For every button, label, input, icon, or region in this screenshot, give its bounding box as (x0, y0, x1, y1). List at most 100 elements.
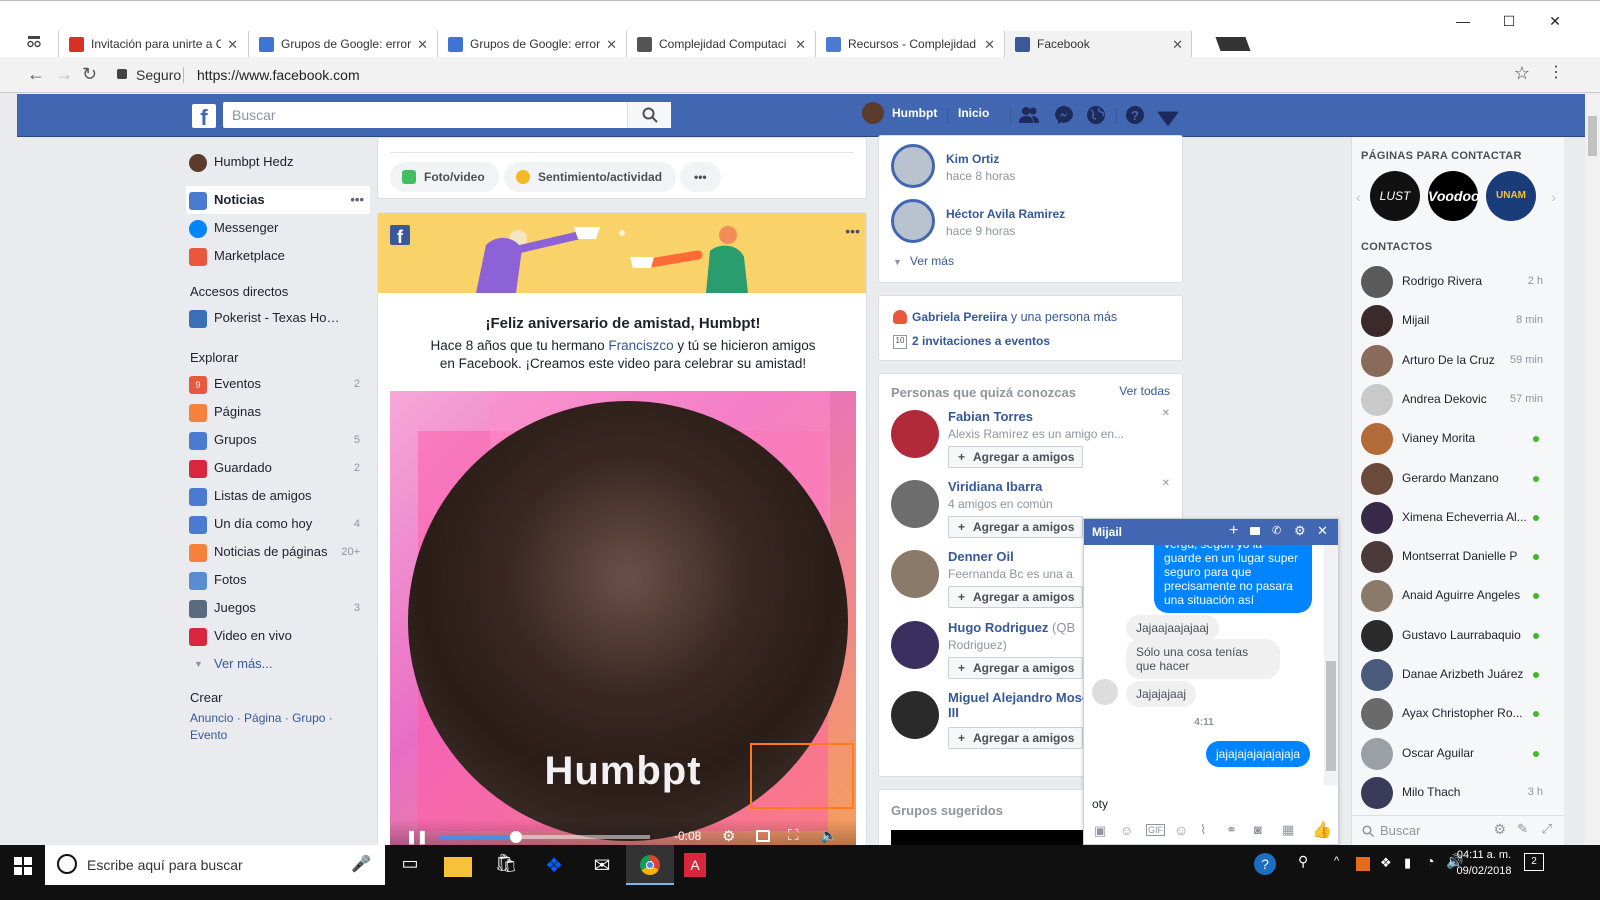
dropbox-tray-icon[interactable]: ❖ (1380, 855, 1392, 871)
acrobat-icon[interactable]: A (684, 853, 706, 877)
expand-icon[interactable]: ⤢ (1542, 821, 1552, 837)
anniversary-video[interactable]: Humbpt ❚❚ -0:08 ⚙ ⛶ 🔈 (390, 391, 856, 851)
page-scrollbar[interactable] (1585, 94, 1600, 845)
contact-row[interactable]: Gerardo Manzano (1352, 460, 1557, 498)
battery-icon[interactable]: ▮ (1404, 855, 1411, 871)
emoji-icon[interactable]: ☺ (1174, 822, 1188, 838)
minimize-button[interactable]: — (1448, 13, 1478, 33)
contact-row[interactable]: Arturo De la Cruz 59 min (1352, 342, 1557, 380)
bookmark-star-icon[interactable]: ☆ (1514, 63, 1530, 84)
settings-gear-icon[interactable]: ⚙ (722, 827, 735, 845)
browser-tab[interactable]: Recursos - Complejidad C ✕ (815, 31, 1003, 58)
contact-row[interactable]: Rodrigo Rivera 2 h (1352, 263, 1557, 301)
sidebar-item-explore[interactable]: Guardado 2 (186, 454, 370, 482)
contact-row[interactable]: Gustavo Laurrabaquio (1352, 617, 1557, 655)
see-all-link[interactable]: Ver todas (1119, 384, 1170, 398)
contact-row[interactable]: Ximena Echeverria Al... (1352, 499, 1557, 537)
messenger-icon[interactable] (1053, 104, 1075, 126)
like-thumb-icon[interactable]: 👍 (1312, 820, 1332, 840)
tray-chevron-up-icon[interactable]: ^ (1334, 855, 1339, 867)
tray-app-icon[interactable] (1356, 857, 1370, 871)
wifi-icon[interactable]: ◔ (1426, 853, 1434, 869)
mail-icon[interactable]: ✉ (588, 853, 616, 881)
back-icon[interactable]: ← (27, 65, 45, 83)
facebook-logo-icon[interactable]: f (192, 104, 216, 128)
gif-icon[interactable]: GIF (1146, 824, 1165, 836)
page-avatar-unam[interactable]: UNAM (1486, 171, 1536, 221)
clock-time[interactable]: 04:11 a. m. (1454, 849, 1514, 861)
gear-icon[interactable]: ⚙ (1294, 523, 1306, 539)
activity-name[interactable]: Héctor Avila Ramirez (946, 207, 1065, 221)
miniplayer-icon[interactable] (756, 830, 770, 842)
contact-row[interactable]: Anaid Aguirre Angeles (1352, 577, 1557, 615)
avatar[interactable] (891, 144, 935, 188)
more-options-button[interactable]: ••• (680, 162, 721, 192)
contact-row[interactable]: Montserrat Danielle P (1352, 538, 1557, 576)
chevron-left-icon[interactable]: ‹ (1356, 189, 1361, 205)
photo-video-button[interactable]: Foto/video (390, 162, 499, 192)
contact-row[interactable]: Oscar Aguilar (1352, 735, 1557, 773)
sidebar-item-explore[interactable]: Grupos 5 (186, 426, 370, 454)
sidebar-item-explore[interactable]: Páginas (186, 398, 370, 426)
sidebar-item-explore[interactable]: Fotos (186, 566, 370, 594)
sidebar-item-explore[interactable]: Listas de amigos (186, 482, 370, 510)
tab-close-icon[interactable]: ✕ (984, 31, 995, 58)
gear-icon[interactable]: ⚙ (1493, 821, 1506, 838)
sidebar-item-explore[interactable]: Video en vivo (186, 622, 370, 650)
close-window-button[interactable]: ✕ (1540, 13, 1570, 33)
phone-icon[interactable]: ✆ (1272, 524, 1281, 537)
sidebar-item-noticias[interactable]: Noticias ••• (186, 186, 370, 214)
chat-scrollbar[interactable] (1324, 545, 1338, 785)
reload-icon[interactable]: ↻ (82, 65, 97, 83)
create-page-link[interactable]: Página (244, 711, 281, 725)
account-menu-chevron-icon[interactable] (1157, 108, 1179, 130)
tab-close-icon[interactable]: ✕ (795, 31, 806, 58)
friend-link[interactable]: Franciszco (608, 338, 673, 353)
avatar[interactable] (891, 550, 939, 598)
avatar[interactable] (891, 480, 939, 528)
contact-row[interactable]: Ayax Christopher Ro... (1352, 695, 1557, 733)
events-invites-link[interactable]: 2 invitaciones a eventos (912, 334, 1050, 348)
browser-tab[interactable]: Invitación para unirte a C ✕ (58, 31, 246, 58)
sidebar-item-explore[interactable]: Juegos 3 (186, 594, 370, 622)
dropbox-icon[interactable]: ❖ (540, 853, 568, 881)
add-people-icon[interactable]: + (1229, 522, 1238, 540)
fullscreen-icon[interactable]: ⛶ (788, 827, 799, 844)
browser-menu-icon[interactable]: ⋮ (1548, 62, 1564, 82)
notifications-globe-icon[interactable] (1085, 104, 1107, 126)
file-explorer-icon[interactable] (444, 857, 472, 877)
sticker-icon[interactable]: ☺ (1120, 823, 1133, 838)
avatar[interactable] (862, 102, 884, 124)
sidebar-item-explore[interactable]: Un día como hoy 4 (186, 510, 370, 538)
pause-icon[interactable]: ❚❚ (406, 829, 428, 845)
add-friend-button[interactable]: Agregar a amigos (948, 516, 1084, 538)
microphone-icon[interactable]: 🎤 (351, 854, 371, 874)
create-group-link[interactable]: Grupo (292, 711, 325, 725)
chevron-right-icon[interactable]: › (1551, 189, 1556, 205)
clock-date[interactable]: 09/02/2018 (1454, 865, 1514, 877)
pymk-name[interactable]: Viridiana Ibarra (948, 479, 1182, 494)
activity-see-more-link[interactable]: ▼ Ver más (893, 254, 954, 268)
taskbar-search-input[interactable]: Escribe aquí para buscar 🎤 (45, 845, 385, 885)
store-icon[interactable]: 🛍 (492, 853, 520, 881)
create-event-link[interactable]: Evento (190, 728, 227, 742)
sidebar-item-pokerist[interactable]: Pokerist - Texas Ho… (186, 304, 370, 332)
avatar[interactable] (891, 199, 935, 243)
people-icon[interactable]: ⚲ (1298, 853, 1308, 870)
forward-icon[interactable]: → (55, 65, 73, 83)
activity-name[interactable]: Kim Ortiz (946, 152, 999, 166)
add-friend-button[interactable]: Agregar a amigos (948, 446, 1084, 468)
video-scrubber[interactable] (440, 831, 650, 843)
sidebar-item-messenger[interactable]: Messenger (186, 214, 370, 242)
browser-tab[interactable]: Grupos de Google: error ✕ (248, 31, 436, 58)
contact-row[interactable]: Mijail 8 min (1352, 302, 1557, 340)
video-call-icon[interactable] (1250, 527, 1260, 535)
add-friend-button[interactable]: Agregar a amigos (948, 727, 1084, 749)
new-tab-button[interactable] (1215, 37, 1251, 51)
link-icon[interactable]: ⚭ (1226, 822, 1237, 838)
sidebar-item-explore[interactable]: Noticias de páginas 20+ (186, 538, 370, 566)
more-options-icon[interactable]: ••• (350, 186, 364, 214)
mute-icon[interactable]: 🔈 (820, 827, 837, 844)
add-friend-button[interactable]: Agregar a amigos (948, 586, 1084, 608)
action-center-icon[interactable]: 2 (1524, 853, 1544, 871)
